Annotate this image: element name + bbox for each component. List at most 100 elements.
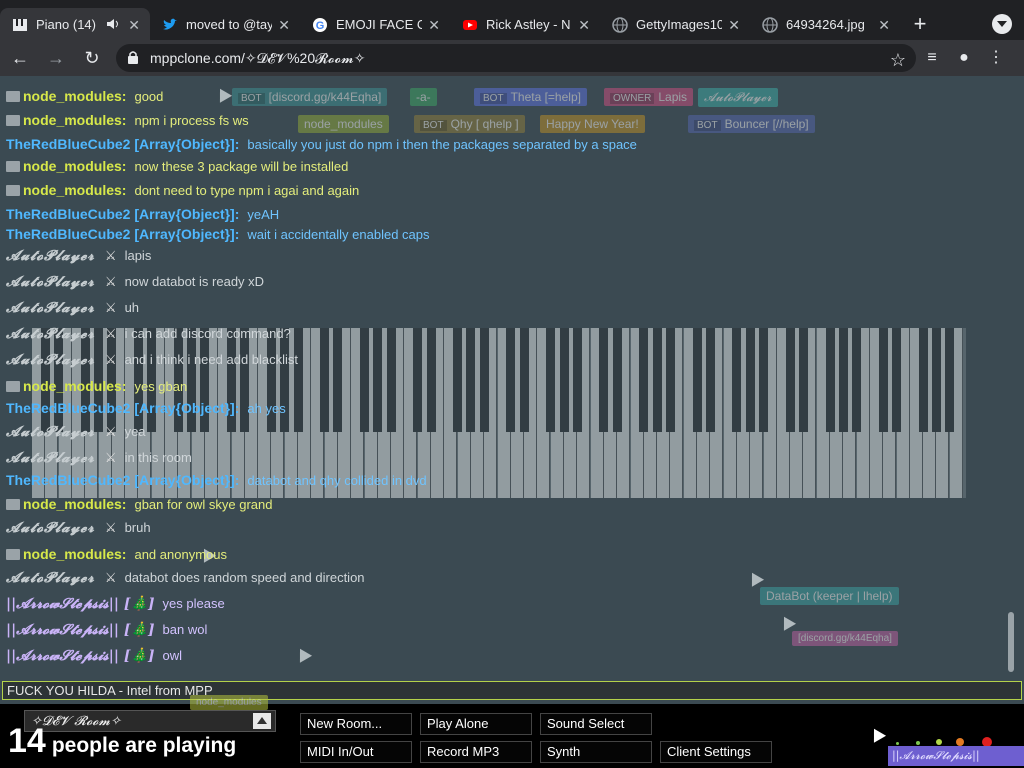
participant-tag[interactable]: BOT Theta [=help] [474, 88, 587, 106]
piano-black-key[interactable] [546, 328, 556, 432]
piano-black-key[interactable] [266, 328, 276, 432]
participant-tag[interactable]: node_modules [190, 695, 268, 710]
piano-black-key[interactable] [200, 328, 210, 432]
piano-black-key[interactable] [519, 328, 529, 432]
lock-icon[interactable] [128, 51, 138, 64]
chat-username[interactable]: node_modules [23, 158, 122, 174]
piano-black-key[interactable] [692, 328, 702, 432]
piano-black-key[interactable] [705, 328, 715, 432]
chat-username[interactable]: node_modules [23, 496, 122, 512]
participant-tag[interactable]: BOT Qhy [ qhelp ] [414, 115, 525, 133]
piano-black-key[interactable] [280, 328, 290, 432]
piano-black-key[interactable] [240, 328, 250, 432]
chat-username[interactable]: 𝓐𝓾𝓽𝓸𝓟𝓵𝓪𝔂𝓮𝓻 [6, 300, 95, 316]
chat-username[interactable]: 𝓐𝓾𝓽𝓸𝓟𝓵𝓪𝔂𝓮𝓻 [6, 326, 95, 342]
piano-black-key[interactable] [426, 328, 436, 432]
piano-black-key[interactable] [373, 328, 383, 432]
piano-black-key[interactable] [639, 328, 649, 432]
participant-tag[interactable]: DataBot (keeper | lhelp) [760, 587, 899, 605]
chat-username[interactable]: 𝓐𝓾𝓽𝓸𝓟𝓵𝓪𝔂𝓮𝓻 [6, 570, 95, 586]
new-tab-button[interactable]: + [900, 8, 940, 40]
record-mp3-button[interactable]: Record MP3 [420, 741, 532, 763]
chat-username[interactable]: TheRedBlueCube2 [Array{Object}]: [6, 136, 239, 152]
chat-username[interactable]: 𝓐𝓾𝓽𝓸𝓟𝓵𝓪𝔂𝓮𝓻 [6, 274, 95, 290]
piano-black-key[interactable] [479, 328, 489, 432]
participant-tag[interactable]: BOT [discord.gg/k44Eqha] [232, 88, 388, 106]
piano-black-key[interactable] [838, 328, 848, 432]
chat-username[interactable]: 𝓐𝓾𝓽𝓸𝓟𝓵𝓪𝔂𝓮𝓻 [6, 352, 95, 368]
profile-icon[interactable]: ● [948, 42, 980, 74]
chat-username[interactable]: TheRedBlueCube2 [Array{Object}]: [6, 472, 239, 488]
chat-username[interactable]: node_modules [23, 88, 122, 104]
chat-username[interactable]: TheRedBlueCube2 [Array{Object}]: [6, 400, 239, 416]
piano-black-key[interactable] [759, 328, 768, 432]
chat-username[interactable]: 𝓐𝓾𝓽𝓸𝓟𝓵𝓪𝔂𝓮𝓻 [6, 424, 95, 440]
piano-black-key[interactable] [918, 328, 928, 432]
piano-black-key[interactable] [612, 328, 622, 432]
chat-username[interactable]: TheRedBlueCube2 [Array{Object}]: [6, 226, 239, 242]
play-alone-button[interactable]: Play Alone [420, 713, 532, 735]
piano-black-key[interactable] [466, 328, 476, 432]
speaker-icon[interactable] [106, 17, 120, 31]
piano-black-key[interactable] [386, 328, 396, 432]
chat-username[interactable]: node_modules [23, 182, 122, 198]
midi-button[interactable]: MIDI In/Out [300, 741, 412, 763]
piano-black-key[interactable] [785, 328, 795, 432]
chat-username[interactable]: 𝓐𝓾𝓽𝓸𝓟𝓵𝓪𝔂𝓮𝓻 [6, 520, 95, 536]
piano-black-key[interactable] [506, 328, 516, 432]
piano-black-key[interactable] [931, 328, 941, 432]
piano-black-key[interactable] [892, 328, 901, 432]
close-icon[interactable]: ✕ [278, 8, 290, 42]
piano-black-key[interactable] [333, 328, 343, 432]
synth-button[interactable]: Synth [540, 741, 652, 763]
piano-black-key[interactable] [599, 328, 609, 432]
piano-black-key[interactable] [360, 328, 369, 432]
piano-black-key[interactable] [572, 328, 582, 432]
chevron-up-icon[interactable] [253, 713, 271, 729]
chat-username[interactable]: ||𝓐𝓻𝓻𝓸𝔀𝓢𝓽𝓮𝓹𝓼𝓲𝓼|| [🎄] [6, 648, 155, 664]
user-name-tag[interactable]: ||𝓐𝓻𝓻𝓸𝔀𝓢𝓽𝓮𝓹𝓼𝓲𝓼|| [888, 746, 1024, 766]
piano-black-key[interactable] [732, 328, 742, 432]
menu-icon[interactable]: ⋮ [980, 42, 1012, 74]
piano-black-key[interactable] [665, 328, 675, 432]
chat-username[interactable]: TheRedBlueCube2 [Array{Object}]: [6, 206, 239, 222]
piano-black-key[interactable] [413, 328, 423, 432]
tab-search-icon[interactable] [992, 14, 1012, 34]
participant-tag[interactable]: BOT Bouncer [//help] [688, 115, 815, 133]
media-control-icon[interactable]: ≡ [916, 42, 948, 74]
address-bar[interactable]: mppclone.com/✧𝓓𝓔𝓥%20𝓡𝓸𝓸𝓶✧ ☆ [116, 44, 916, 72]
piano-black-key[interactable] [320, 328, 330, 432]
piano-black-key[interactable] [745, 328, 755, 432]
chat-username[interactable]: node_modules [23, 546, 122, 562]
piano-black-key[interactable] [852, 328, 862, 432]
new-room-button[interactable]: New Room... [300, 713, 412, 735]
piano-black-key[interactable] [798, 328, 808, 432]
sound-select-button[interactable]: Sound Select [540, 713, 652, 735]
chat-username[interactable]: ||𝓐𝓻𝓻𝓸𝔀𝓢𝓽𝓮𝓹𝓼𝓲𝓼|| [🎄] [6, 596, 155, 612]
chat-username[interactable]: 𝓐𝓾𝓽𝓸𝓟𝓵𝓪𝔂𝓮𝓻 [6, 248, 95, 264]
chat-username[interactable]: node_modules [23, 378, 122, 394]
bookmark-star-icon[interactable]: ☆ [890, 46, 906, 74]
chat-username[interactable]: 𝓐𝓾𝓽𝓸𝓟𝓵𝓪𝔂𝓮𝓻 [6, 450, 95, 466]
participant-tag[interactable]: node_modules [298, 115, 389, 133]
close-icon[interactable]: ✕ [878, 8, 890, 42]
forward-button[interactable]: → [40, 42, 72, 74]
reload-button[interactable]: ↻ [76, 42, 108, 74]
piano-black-key[interactable] [559, 328, 569, 432]
piano-black-key[interactable] [227, 328, 236, 432]
piano-black-key[interactable] [652, 328, 662, 432]
participant-tag[interactable]: Happy New Year! [540, 115, 645, 133]
back-button[interactable]: ← [4, 42, 36, 74]
piano-black-key[interactable] [453, 328, 463, 432]
participant-tag[interactable]: 𝓐𝓾𝓽𝓸𝓟𝓵𝓪𝔂𝓮𝓻 [698, 88, 778, 107]
close-icon[interactable]: ✕ [728, 8, 740, 42]
chat-scrollbar[interactable] [1008, 612, 1014, 672]
chat-input[interactable] [2, 681, 1022, 700]
piano-black-key[interactable] [293, 328, 303, 432]
participant-tag[interactable]: -a- [410, 88, 437, 106]
piano-black-key[interactable] [187, 328, 197, 432]
piano-black-key[interactable] [878, 328, 888, 432]
chat-username[interactable]: node_modules [23, 112, 122, 128]
close-icon[interactable]: ✕ [428, 8, 440, 42]
chat-username[interactable]: ||𝓐𝓻𝓻𝓸𝔀𝓢𝓽𝓮𝓹𝓼𝓲𝓼|| [🎄] [6, 622, 155, 638]
